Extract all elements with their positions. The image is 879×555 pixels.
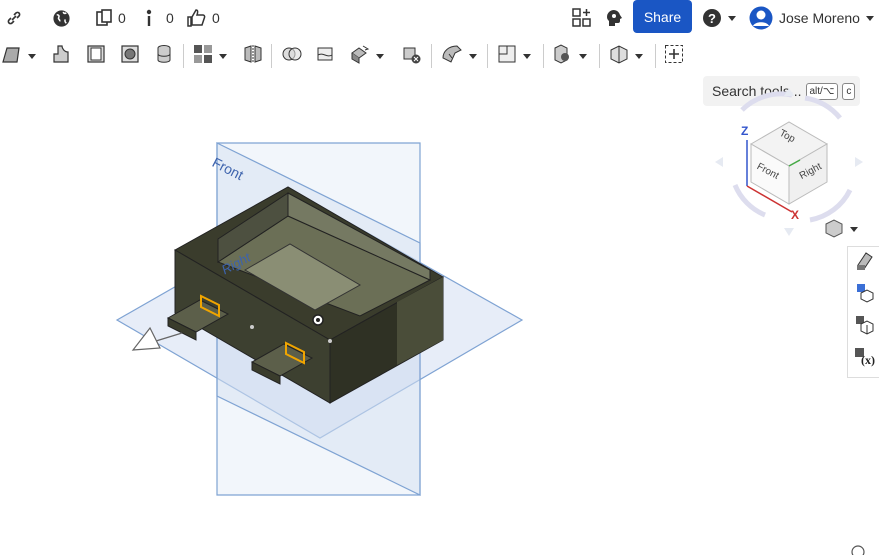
toolbar-divider bbox=[431, 44, 432, 68]
part-studio-panel-button[interactable] bbox=[852, 282, 878, 308]
chevron-down-icon bbox=[579, 53, 587, 59]
chevron-down-icon bbox=[865, 15, 874, 21]
clipboard-count: 0 bbox=[118, 10, 126, 26]
pattern-tool[interactable] bbox=[193, 44, 227, 68]
revolve-icon bbox=[52, 44, 72, 69]
mate-icon bbox=[553, 43, 573, 69]
toolbar-divider bbox=[271, 44, 272, 68]
chevron-down-icon bbox=[523, 53, 531, 59]
graphics-viewport[interactable]: Front Right Top Front Right Z X bbox=[0, 76, 879, 555]
transform-icon bbox=[350, 44, 370, 69]
bottom-circle-icon bbox=[851, 545, 865, 555]
axis-z-label: Z bbox=[741, 124, 749, 138]
likes-count: 0 bbox=[212, 10, 220, 26]
globe-icon[interactable] bbox=[52, 6, 71, 30]
link-icon[interactable] bbox=[6, 6, 22, 30]
chevron-down-icon bbox=[728, 15, 736, 21]
assembly-panel-button[interactable] bbox=[852, 314, 878, 340]
revolve-tool[interactable] bbox=[52, 44, 72, 68]
fillet-icon bbox=[120, 44, 140, 69]
extrude-tool[interactable] bbox=[2, 44, 36, 68]
boolean-tool[interactable] bbox=[281, 44, 303, 68]
toolbar-divider bbox=[487, 44, 488, 68]
mirror-icon bbox=[243, 44, 263, 69]
share-button[interactable]: Share bbox=[633, 0, 692, 33]
help-icon: ? bbox=[702, 8, 722, 28]
delete-part-tool[interactable] bbox=[402, 44, 422, 68]
chamfer-tool[interactable] bbox=[155, 44, 173, 68]
assembly-icon bbox=[855, 315, 875, 340]
add-tab-icon[interactable] bbox=[572, 6, 592, 30]
mate-tool[interactable] bbox=[553, 43, 587, 69]
boolean-icon bbox=[281, 44, 303, 69]
toolbar-divider bbox=[655, 44, 656, 68]
appearance-icon bbox=[855, 251, 875, 276]
transform-tool[interactable] bbox=[350, 44, 384, 68]
avatar bbox=[749, 6, 773, 30]
appearance-panel-button[interactable] bbox=[852, 250, 878, 276]
toolbar-divider bbox=[599, 44, 600, 68]
split-icon bbox=[316, 44, 336, 69]
chevron-down-icon bbox=[376, 53, 384, 59]
svg-text:?: ? bbox=[708, 11, 716, 26]
clipboard-icon bbox=[95, 9, 113, 27]
variables-icon: (x) bbox=[854, 347, 876, 372]
feature-toolbar: Search tools... alt/⌥ c bbox=[0, 36, 879, 106]
clipboard-button[interactable]: 0 bbox=[95, 6, 126, 30]
chevron-down-icon bbox=[28, 53, 36, 59]
pattern-icon bbox=[193, 44, 213, 69]
pin-icon bbox=[143, 9, 155, 27]
axis-x-label: X bbox=[791, 208, 800, 222]
add-tool[interactable] bbox=[664, 44, 684, 68]
part-studio-icon bbox=[855, 283, 875, 308]
cylinder-icon bbox=[155, 44, 173, 69]
extrude-icon bbox=[2, 44, 22, 69]
view-options-button bbox=[825, 219, 858, 238]
svg-text:(x): (x) bbox=[861, 353, 875, 367]
likes-button[interactable]: 0 bbox=[186, 6, 220, 30]
chevron-down-icon bbox=[635, 53, 643, 59]
sheet-metal-tool[interactable] bbox=[441, 44, 477, 68]
learning-center-icon[interactable] bbox=[604, 6, 624, 30]
user-name: Jose Moreno bbox=[779, 10, 860, 26]
thumbs-up-icon bbox=[186, 8, 206, 28]
plane-icon bbox=[497, 44, 517, 69]
pin-count: 0 bbox=[166, 10, 174, 26]
top-bar: 0 0 0 Share ? Jose Moreno bbox=[0, 0, 879, 36]
shell-tool[interactable] bbox=[86, 44, 106, 68]
split-tool[interactable] bbox=[316, 44, 336, 68]
sheet-metal-icon bbox=[441, 44, 463, 69]
mirror-tool[interactable] bbox=[243, 44, 263, 68]
fillet-tool[interactable] bbox=[120, 44, 140, 68]
shell-icon bbox=[86, 44, 106, 69]
pin-button[interactable]: 0 bbox=[143, 6, 174, 30]
view-cube bbox=[715, 88, 863, 236]
plane-tool[interactable] bbox=[497, 44, 531, 68]
user-menu[interactable]: Jose Moreno bbox=[749, 6, 874, 30]
right-side-panel: (x) bbox=[847, 246, 879, 378]
chevron-down-icon bbox=[469, 53, 477, 59]
section-view-tool[interactable] bbox=[609, 44, 643, 68]
toolbar-divider bbox=[543, 44, 544, 68]
add-custom-feature-icon bbox=[664, 44, 684, 69]
variables-panel-button[interactable]: (x) bbox=[852, 346, 878, 372]
help-button[interactable]: ? bbox=[702, 6, 736, 30]
toolbar-divider bbox=[183, 44, 184, 68]
chevron-down-icon bbox=[219, 53, 227, 59]
delete-part-icon bbox=[402, 44, 422, 69]
section-view-icon bbox=[609, 44, 629, 69]
